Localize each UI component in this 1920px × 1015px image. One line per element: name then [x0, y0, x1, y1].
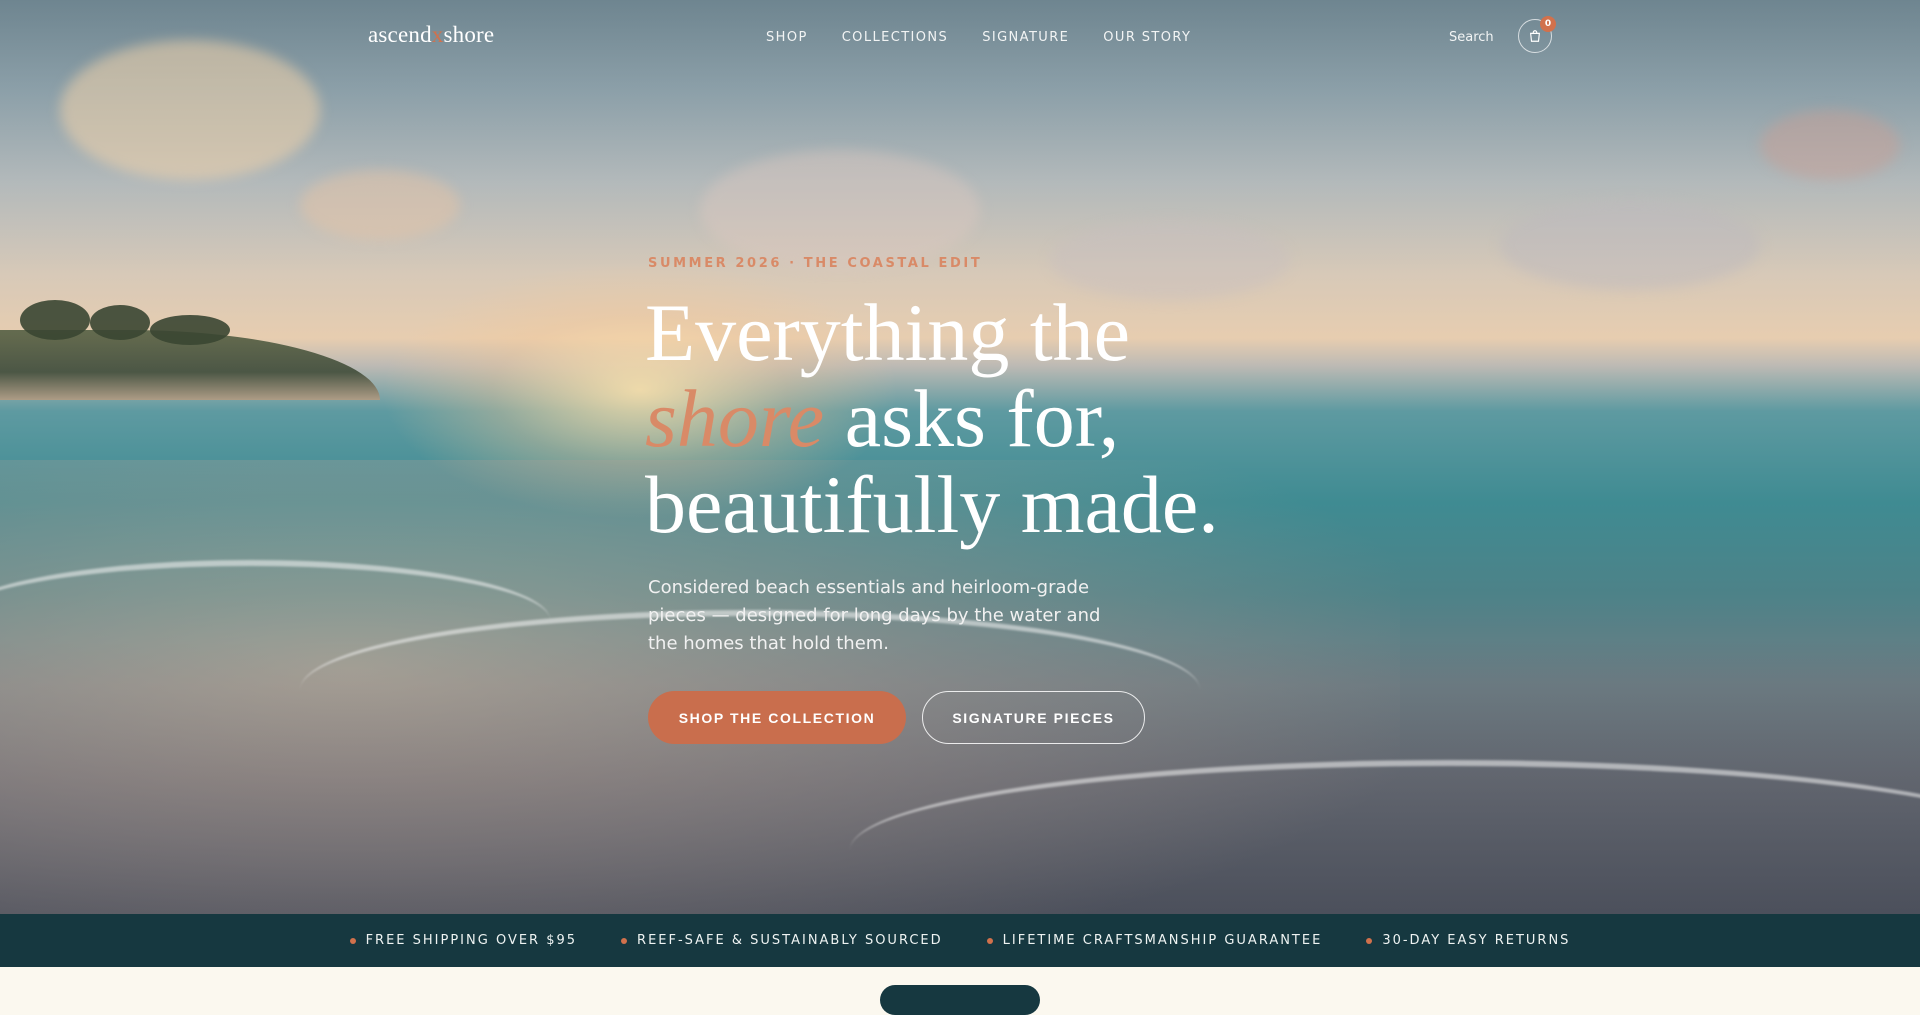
palm-tree [20, 300, 90, 340]
next-section [0, 967, 1920, 1015]
brand-name-part2: shore [443, 22, 495, 47]
perk-item: LIFETIME CRAFTSMANSHIP GUARANTEE [986, 933, 1323, 948]
shopping-bag-icon [1529, 30, 1541, 42]
search-link[interactable]: Search [1449, 30, 1494, 45]
signature-pieces-button[interactable]: SIGNATURE PIECES [922, 691, 1145, 744]
section-pill [880, 985, 1040, 1015]
headline-line-1: Everything the [645, 287, 1131, 378]
cloud [1500, 200, 1760, 290]
brand-name-part1: ascend [368, 22, 432, 47]
headline-line-3: beautifully made. [645, 459, 1219, 550]
brand-logo[interactable]: ascendxshore [368, 22, 494, 48]
headline-accent-word: shore [645, 373, 825, 464]
hero-headline: Everything the shore asks for, beautiful… [645, 290, 1405, 548]
shop-collection-button[interactable]: SHOP THE COLLECTION [648, 691, 906, 744]
cloud [1760, 110, 1900, 180]
bullet-dot-icon [349, 937, 356, 944]
bullet-dot-icon [986, 937, 993, 944]
palm-tree [90, 305, 150, 340]
perks-bar: FREE SHIPPING OVER $95 REEF-SAFE & SUSTA… [0, 914, 1920, 967]
nav-item-signature[interactable]: SIGNATURE [982, 30, 1069, 45]
perk-item: REEF-SAFE & SUSTAINABLY SOURCED [621, 933, 943, 948]
bullet-dot-icon [1366, 937, 1373, 944]
main-menu: SHOP COLLECTIONS SIGNATURE OUR STORY [766, 30, 1191, 45]
cloud [300, 170, 460, 240]
nav-item-shop[interactable]: SHOP [766, 30, 808, 45]
perk-label: 30-DAY EASY RETURNS [1382, 933, 1571, 948]
brand-name-x: x [431, 22, 444, 47]
cloud [700, 150, 980, 270]
perk-item: FREE SHIPPING OVER $95 [349, 933, 578, 948]
nav-item-our-story[interactable]: OUR STORY [1103, 30, 1191, 45]
perk-label: FREE SHIPPING OVER $95 [365, 933, 578, 948]
perk-label: LIFETIME CRAFTSMANSHIP GUARANTEE [1002, 933, 1323, 948]
headline-line-2: asks for, [824, 373, 1120, 464]
hero-description: Considered beach essentials and heirloom… [648, 577, 1101, 654]
perk-item: 30-DAY EASY RETURNS [1366, 933, 1570, 948]
bullet-dot-icon [621, 937, 628, 944]
nav-item-collections[interactable]: COLLECTIONS [842, 30, 948, 45]
cart-count-badge: 0 [1540, 16, 1556, 32]
hero-eyebrow: SUMMER 2026 · THE COASTAL EDIT [648, 256, 983, 271]
top-navigation: ascendxshore SHOP COLLECTIONS SIGNATURE … [0, 0, 1920, 74]
palm-tree [150, 315, 230, 345]
perk-label: REEF-SAFE & SUSTAINABLY SOURCED [637, 933, 943, 948]
